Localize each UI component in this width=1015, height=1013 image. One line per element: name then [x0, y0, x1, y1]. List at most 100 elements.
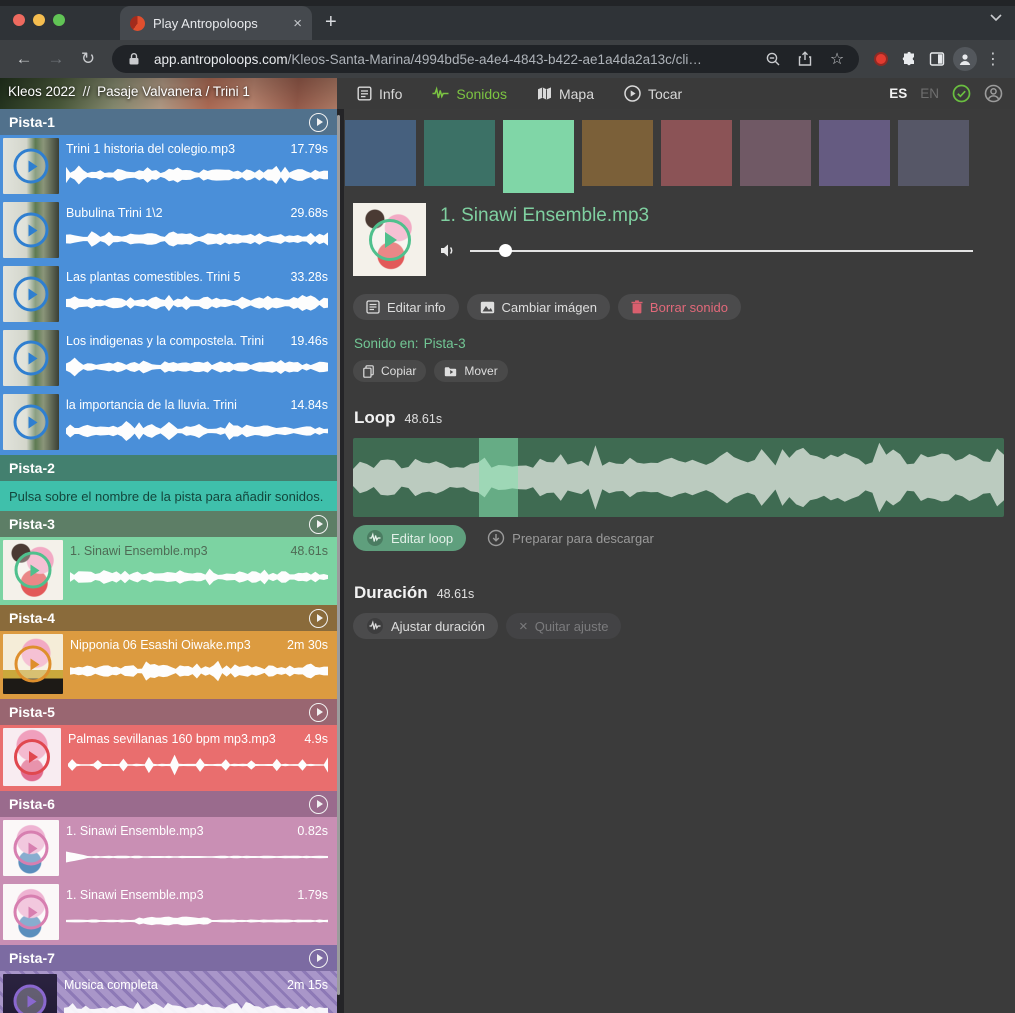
sound-title[interactable]: la importancia de la lluvia. Trini: [66, 398, 237, 412]
sound-title[interactable]: 1. Sinawi Ensemble.mp3: [66, 824, 204, 838]
tab-close-icon[interactable]: ×: [293, 15, 302, 32]
track-play-button[interactable]: [309, 949, 328, 968]
track-play-button[interactable]: [309, 609, 328, 628]
tab-tocar[interactable]: Tocar: [624, 85, 682, 102]
sound-title[interactable]: Bubulina Trini 1\2: [66, 206, 163, 220]
sound-title[interactable]: Los indigenas y la compostela. Trini: [66, 334, 264, 348]
sound-thumbnail[interactable]: [3, 540, 63, 600]
zoom-out-icon[interactable]: [761, 47, 785, 71]
track-swatch-5[interactable]: [661, 120, 732, 186]
account-icon[interactable]: [984, 84, 1003, 103]
track-swatch-7[interactable]: [819, 120, 890, 186]
zoom-window-button[interactable]: [53, 14, 65, 26]
url-bar[interactable]: app.antropoloops.com/Kleos-Santa-Marina/…: [112, 45, 859, 73]
copy-button[interactable]: Copiar: [353, 360, 426, 382]
sound-item[interactable]: Trini 1 historia del colegio.mp317.79s: [0, 135, 337, 199]
track-play-button[interactable]: [309, 515, 328, 534]
track-title[interactable]: Pista-7: [9, 950, 309, 966]
sound-in-track-link[interactable]: Pista-3: [424, 336, 466, 351]
play-overlay-icon[interactable]: [14, 405, 49, 440]
forward-button[interactable]: →: [42, 45, 70, 73]
sound-thumbnail[interactable]: [3, 202, 59, 258]
back-button[interactable]: ←: [10, 45, 38, 73]
play-overlay-icon[interactable]: [14, 985, 47, 1013]
play-overlay-icon[interactable]: [14, 831, 49, 866]
move-button[interactable]: Mover: [434, 360, 507, 382]
change-image-button[interactable]: Cambiar imágen: [467, 294, 610, 320]
browser-tab[interactable]: Play Antropoloops ×: [120, 6, 312, 40]
play-overlay-icon[interactable]: [369, 219, 411, 261]
play-overlay-icon[interactable]: [14, 739, 50, 775]
chevron-down-icon[interactable]: [989, 12, 1003, 22]
sound-thumbnail[interactable]: [3, 728, 61, 786]
loop-waveform-panel[interactable]: [353, 438, 1004, 517]
track-header[interactable]: Pista-6: [0, 791, 337, 817]
track-header[interactable]: Pista-4: [0, 605, 337, 631]
tab-sonidos[interactable]: Sonidos: [432, 86, 507, 102]
play-overlay-icon[interactable]: [15, 646, 52, 683]
sound-thumbnail[interactable]: [3, 884, 59, 940]
sound-thumbnail[interactable]: [3, 266, 59, 322]
close-window-button[interactable]: [13, 14, 25, 26]
track-title[interactable]: Pista-5: [9, 704, 309, 720]
track-swatch-4[interactable]: [582, 120, 653, 186]
tab-info[interactable]: Info: [357, 86, 402, 102]
sound-title[interactable]: Palmas sevillanas 160 bpm mp3.mp3: [68, 732, 276, 746]
track-play-button[interactable]: [309, 795, 328, 814]
loop-selection[interactable]: [479, 438, 518, 517]
track-header[interactable]: Pista-3: [0, 511, 337, 537]
volume-slider[interactable]: [470, 244, 973, 258]
tab-mapa[interactable]: Mapa: [537, 86, 594, 102]
sound-item[interactable]: 1. Sinawi Ensemble.mp348.61s: [0, 537, 337, 605]
prepare-download-button[interactable]: Preparar para descargar: [474, 525, 667, 551]
track-play-button[interactable]: [309, 113, 328, 132]
track-header[interactable]: Pista-1: [0, 109, 337, 135]
edit-loop-button[interactable]: Editar loop: [353, 525, 466, 551]
record-extension-icon[interactable]: [869, 47, 893, 71]
track-title[interactable]: Pista-1: [9, 114, 309, 130]
track-swatch-6[interactable]: [740, 120, 811, 186]
track-header[interactable]: Pista-7: [0, 945, 337, 971]
extensions-puzzle-icon[interactable]: [897, 47, 921, 71]
sound-image[interactable]: [353, 203, 426, 276]
sound-thumbnail[interactable]: [3, 820, 59, 876]
sound-item[interactable]: 1. Sinawi Ensemble.mp31.79s: [0, 881, 337, 945]
browser-menu-icon[interactable]: ⋮: [981, 47, 1005, 71]
sound-item[interactable]: Las plantas comestibles. Trini 533.28s: [0, 263, 337, 327]
sound-thumbnail[interactable]: [3, 974, 57, 1013]
breadcrumb-project[interactable]: Kleos 2022: [8, 84, 76, 99]
play-overlay-icon[interactable]: [14, 341, 49, 376]
sound-title[interactable]: Nipponia 06 Esashi Oiwake.mp3: [70, 638, 251, 652]
sound-item[interactable]: la importancia de la lluvia. Trini14.84s: [0, 391, 337, 455]
sound-thumbnail[interactable]: [3, 634, 63, 694]
sidebar-scrollbar[interactable]: [337, 115, 340, 995]
lock-icon[interactable]: [122, 47, 146, 71]
lang-es[interactable]: ES: [889, 86, 907, 101]
sound-item[interactable]: Nipponia 06 Esashi Oiwake.mp32m 30s: [0, 631, 337, 699]
sound-title[interactable]: 1. Sinawi Ensemble.mp3: [70, 544, 208, 558]
sound-title[interactable]: Las plantas comestibles. Trini 5: [66, 270, 240, 284]
play-overlay-icon[interactable]: [15, 552, 52, 589]
profile-avatar[interactable]: [953, 47, 977, 71]
bookmark-star-icon[interactable]: ☆: [825, 47, 849, 71]
play-overlay-icon[interactable]: [14, 895, 49, 930]
track-swatch-8[interactable]: [898, 120, 969, 186]
lang-en[interactable]: EN: [920, 86, 939, 101]
side-panel-icon[interactable]: [925, 47, 949, 71]
sound-title[interactable]: Trini 1 historia del colegio.mp3: [66, 142, 235, 156]
track-title[interactable]: Pista-4: [9, 610, 309, 626]
sound-item[interactable]: Musica completa2m 15s: [0, 971, 337, 1013]
sound-thumbnail[interactable]: [3, 394, 59, 450]
track-title[interactable]: Pista-2: [9, 460, 328, 476]
track-swatch-2[interactable]: [424, 120, 495, 186]
url-text[interactable]: app.antropoloops.com/Kleos-Santa-Marina/…: [154, 52, 753, 67]
track-header[interactable]: Pista-2: [0, 455, 337, 481]
share-icon[interactable]: [793, 47, 817, 71]
play-overlay-icon[interactable]: [14, 213, 49, 248]
sound-item[interactable]: Los indigenas y la compostela. Trini19.4…: [0, 327, 337, 391]
sound-thumbnail[interactable]: [3, 330, 59, 386]
sound-thumbnail[interactable]: [3, 138, 59, 194]
track-play-button[interactable]: [309, 703, 328, 722]
sound-item[interactable]: 1. Sinawi Ensemble.mp30.82s: [0, 817, 337, 881]
sound-title[interactable]: Musica completa: [64, 978, 158, 992]
